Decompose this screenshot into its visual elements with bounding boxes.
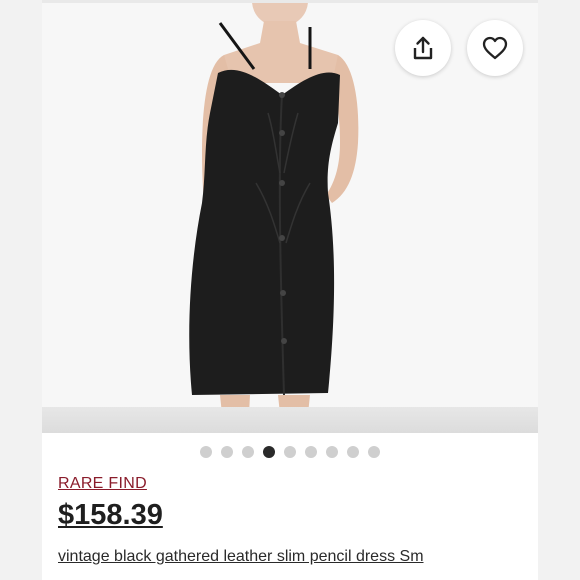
listing-title[interactable]: vintage black gathered leather slim penc… <box>58 548 424 566</box>
photo-floor <box>42 407 538 433</box>
pagination-dot[interactable] <box>326 446 338 458</box>
like-button[interactable] <box>467 20 523 76</box>
pagination-dot-active[interactable] <box>263 446 275 458</box>
share-icon <box>413 36 433 60</box>
rare-find-badge[interactable]: RARE FIND <box>58 475 147 493</box>
pagination-dot[interactable] <box>368 446 380 458</box>
pagination-dot[interactable] <box>305 446 317 458</box>
dress-photo-illustration <box>42 3 538 433</box>
share-button[interactable] <box>395 20 451 76</box>
pagination-dot[interactable] <box>347 446 359 458</box>
price[interactable]: $158.39 <box>58 499 163 532</box>
listing-card: RARE FIND $158.39 vintage black gathered… <box>42 0 538 580</box>
pagination-dot[interactable] <box>221 446 233 458</box>
product-photo[interactable] <box>42 3 538 433</box>
pagination-dot[interactable] <box>200 446 212 458</box>
heart-icon <box>482 36 508 60</box>
pagination-dot[interactable] <box>284 446 296 458</box>
gallery-pagination <box>42 446 538 458</box>
pagination-dot[interactable] <box>242 446 254 458</box>
